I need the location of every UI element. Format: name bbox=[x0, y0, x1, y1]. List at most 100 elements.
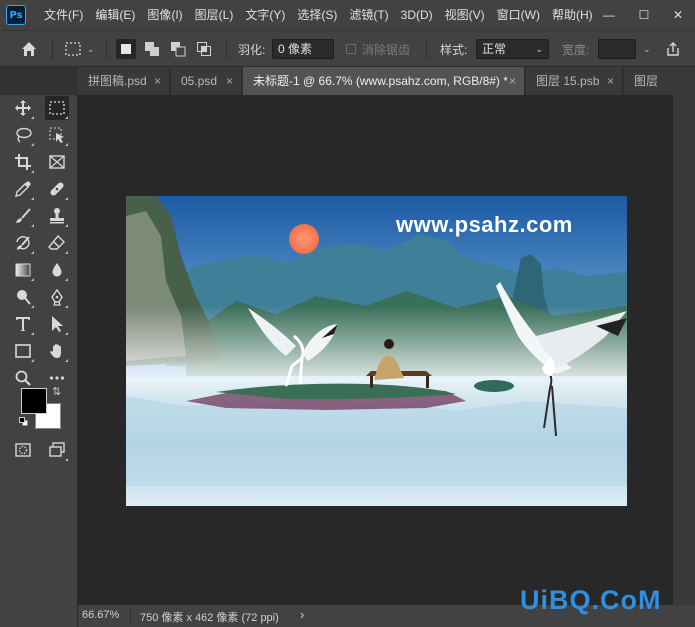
rectangle-tool[interactable] bbox=[11, 339, 35, 363]
history-brush-icon bbox=[16, 236, 30, 250]
screen-mode-icon bbox=[49, 442, 65, 457]
menu-select[interactable]: 选择(S) bbox=[291, 0, 343, 30]
gradient-tool[interactable] bbox=[11, 258, 35, 282]
menu-window[interactable]: 窗口(W) bbox=[491, 0, 546, 30]
close-tab-icon[interactable]: × bbox=[607, 67, 614, 95]
default-colors-icon[interactable] bbox=[19, 417, 29, 427]
menu-view[interactable]: 视图(V) bbox=[439, 0, 491, 30]
tab-label: 未标题-1 @ 66.7% (www.psahz.com, RGB/8#) * bbox=[253, 74, 508, 88]
new-selection-button[interactable] bbox=[116, 39, 136, 59]
gradient-icon bbox=[15, 263, 31, 277]
eyedropper-tool[interactable] bbox=[11, 177, 35, 201]
add-selection-button[interactable] bbox=[142, 39, 162, 59]
home-button[interactable] bbox=[20, 31, 38, 67]
feather-label: 羽化: bbox=[238, 42, 266, 57]
minimize-button[interactable]: — bbox=[592, 0, 626, 30]
menu-layer[interactable]: 图层(L) bbox=[189, 0, 240, 30]
main-menu: 文件(F) 编辑(E) 图像(I) 图层(L) 文字(Y) 选择(S) 滤镜(T… bbox=[38, 0, 599, 30]
site-watermark: UiBQ.CoM bbox=[520, 585, 662, 615]
move-tool[interactable] bbox=[11, 96, 35, 120]
intersect-selection-icon bbox=[197, 42, 211, 56]
vertical-scrollbar[interactable] bbox=[673, 95, 695, 605]
close-tab-icon[interactable]: × bbox=[509, 67, 516, 95]
zoom-tool[interactable] bbox=[11, 366, 35, 390]
feather-input[interactable]: 0 像素 bbox=[272, 39, 334, 59]
menu-bar: Ps 文件(F) 编辑(E) 图像(I) 图层(L) 文字(Y) 选择(S) 滤… bbox=[0, 0, 695, 30]
intersect-selection-button[interactable] bbox=[194, 39, 214, 59]
eraser-tool[interactable] bbox=[45, 231, 69, 255]
menu-type[interactable]: 文字(Y) bbox=[239, 0, 291, 30]
history-brush-tool[interactable] bbox=[11, 231, 35, 255]
swap-colors-icon[interactable]: ⇅ bbox=[52, 385, 61, 398]
clone-stamp-tool[interactable] bbox=[45, 204, 69, 228]
brush-tool[interactable] bbox=[11, 204, 35, 228]
crop-icon bbox=[15, 154, 31, 170]
path-select-tool[interactable] bbox=[45, 312, 69, 336]
antialias-checkbox[interactable] bbox=[346, 44, 356, 54]
lasso-tool[interactable] bbox=[11, 123, 35, 147]
dodge-tool[interactable] bbox=[11, 285, 35, 309]
marquee-icon bbox=[65, 42, 81, 56]
landscape-artwork bbox=[126, 196, 627, 506]
share-button[interactable] bbox=[665, 31, 681, 67]
tab-document-1[interactable]: 拼图稿.psd × bbox=[78, 67, 170, 95]
zoom-icon bbox=[15, 370, 31, 386]
chevron-down-icon: ⌄ bbox=[87, 43, 95, 54]
home-icon bbox=[22, 42, 36, 56]
tab-label: 05.psd bbox=[181, 74, 218, 88]
dodge-icon bbox=[17, 290, 31, 305]
quick-mask-button[interactable] bbox=[11, 438, 35, 462]
tab-document-2[interactable]: 05.psd × bbox=[171, 67, 242, 95]
menu-filter[interactable]: 滤镜(T) bbox=[343, 0, 394, 30]
close-tab-icon[interactable]: × bbox=[154, 67, 161, 95]
antialias-label: 消除锯齿 bbox=[362, 42, 411, 57]
foreground-color-swatch[interactable] bbox=[21, 388, 47, 414]
frame-icon bbox=[49, 155, 65, 169]
document-watermark-text: www.psahz.com bbox=[396, 212, 573, 237]
tools-panel: « ⇅ bbox=[0, 67, 78, 627]
close-button[interactable]: ✕ bbox=[661, 0, 695, 30]
menu-help[interactable]: 帮助(H) bbox=[546, 0, 599, 30]
blur-tool[interactable] bbox=[45, 258, 69, 282]
chevron-down-icon[interactable]: ⌄ bbox=[643, 31, 651, 67]
rectangle-icon bbox=[15, 344, 31, 358]
eraser-icon bbox=[48, 234, 65, 250]
frame-tool[interactable] bbox=[45, 150, 69, 174]
tab-document-4[interactable]: 图层 15.psb × bbox=[526, 67, 623, 95]
hand-tool[interactable] bbox=[45, 339, 69, 363]
screen-mode-button[interactable] bbox=[45, 438, 69, 462]
type-tool[interactable] bbox=[11, 312, 35, 336]
crop-tool[interactable] bbox=[11, 150, 35, 174]
menu-file[interactable]: 文件(F) bbox=[38, 0, 89, 30]
width-input[interactable] bbox=[598, 39, 636, 59]
marquee-icon bbox=[49, 101, 65, 115]
tab-document-3-active[interactable]: 未标题-1 @ 66.7% (www.psahz.com, RGB/8#) * × bbox=[243, 67, 525, 95]
menu-image[interactable]: 图像(I) bbox=[141, 0, 188, 30]
tab-document-5[interactable]: 图层 bbox=[624, 67, 695, 95]
options-bar: ⌄ 羽化: 0 像素 消除锯齿 样式: 正常 ⌄ 宽度: ⌄ bbox=[0, 30, 695, 67]
eyedropper-icon bbox=[15, 181, 31, 197]
status-menu-arrow[interactable]: › bbox=[300, 607, 304, 622]
document-canvas[interactable]: www.psahz.com bbox=[126, 196, 627, 506]
share-icon bbox=[667, 42, 679, 56]
tab-label: 图层 bbox=[634, 74, 659, 88]
maximize-button[interactable]: ☐ bbox=[627, 0, 661, 30]
marquee-preset-picker[interactable]: ⌄ bbox=[64, 31, 95, 67]
healing-brush-tool[interactable] bbox=[45, 177, 69, 201]
style-label: 样式: bbox=[440, 42, 468, 57]
subtract-selection-button[interactable] bbox=[168, 39, 188, 59]
zoom-level[interactable]: 66.67% bbox=[82, 609, 119, 621]
menu-3d[interactable]: 3D(D) bbox=[395, 0, 439, 30]
healing-icon bbox=[50, 182, 64, 196]
close-tab-icon[interactable]: × bbox=[226, 67, 233, 95]
pen-tool[interactable] bbox=[45, 285, 69, 309]
add-selection-icon bbox=[145, 42, 159, 56]
style-select[interactable]: 正常 ⌄ bbox=[476, 39, 549, 59]
marquee-tool[interactable] bbox=[45, 96, 69, 120]
chevron-down-icon: ⌄ bbox=[535, 44, 543, 54]
object-select-tool[interactable] bbox=[45, 123, 69, 147]
menu-edit[interactable]: 编辑(E) bbox=[89, 0, 141, 30]
quick-mask-icon bbox=[15, 443, 31, 457]
width-label: 宽度: bbox=[562, 42, 590, 57]
blur-icon bbox=[52, 263, 62, 277]
